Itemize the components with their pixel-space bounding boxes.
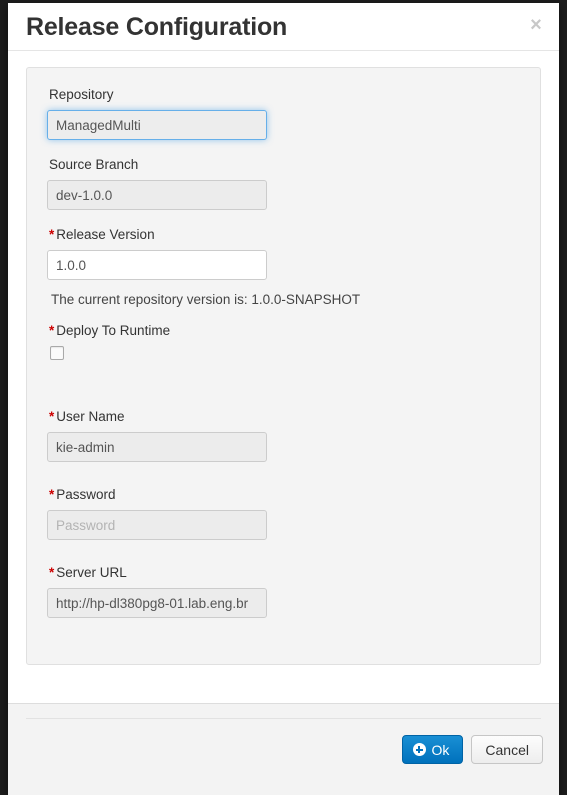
ok-button[interactable]: Ok xyxy=(401,735,464,764)
release-configuration-form: Repository Source Branch *Release Versio… xyxy=(26,67,541,665)
field-repository: Repository xyxy=(47,86,520,140)
field-deploy-to-runtime: * Deploy To Runtime xyxy=(47,322,520,360)
footer-button-group: Ok Cancel xyxy=(401,735,543,764)
user-name-label-text: User Name xyxy=(56,409,125,424)
field-password: * Password xyxy=(47,486,520,540)
repository-label: Repository xyxy=(49,87,114,102)
password-label-text: Password xyxy=(56,487,116,502)
deploy-to-runtime-checkbox[interactable] xyxy=(50,346,64,360)
release-version-label: * Release Version xyxy=(49,226,520,244)
source-branch-input xyxy=(47,180,267,210)
cancel-button[interactable]: Cancel xyxy=(471,735,543,764)
required-asterisk: * xyxy=(49,487,55,502)
circle-plus-icon xyxy=(412,743,426,756)
user-name-input xyxy=(47,432,267,462)
field-source-branch: Source Branch xyxy=(47,156,520,210)
password-label: * Password xyxy=(49,486,520,504)
repository-input[interactable] xyxy=(47,110,267,140)
required-asterisk: * xyxy=(49,227,55,242)
ok-button-label: Ok xyxy=(431,741,450,758)
field-release-version: * Release Version xyxy=(47,226,520,280)
required-asterisk: * xyxy=(49,323,55,338)
release-configuration-dialog: Release Configuration × Repository Sourc… xyxy=(8,3,559,795)
required-asterisk: * xyxy=(49,409,55,424)
dialog-title: Release Configuration xyxy=(26,13,288,41)
server-url-label: * Server URL xyxy=(49,564,520,582)
deploy-to-runtime-label-text: Deploy To Runtime xyxy=(56,323,171,338)
password-input xyxy=(47,510,267,540)
dialog-header: Release Configuration × xyxy=(8,3,559,51)
field-server-url: * Server URL xyxy=(47,564,520,618)
release-version-label-text: Release Version xyxy=(56,227,155,242)
footer-divider xyxy=(26,718,541,719)
server-url-input xyxy=(47,588,267,618)
required-asterisk: * xyxy=(49,565,55,580)
deploy-to-runtime-label: * Deploy To Runtime xyxy=(49,322,520,340)
source-branch-label: Source Branch xyxy=(49,157,139,172)
version-help-text: The current repository version is: 1.0.0… xyxy=(51,292,361,307)
field-user-name: * User Name xyxy=(47,408,520,462)
release-version-input[interactable] xyxy=(47,250,267,280)
user-name-label: * User Name xyxy=(49,408,520,426)
dialog-body: Repository Source Branch *Release Versio… xyxy=(8,51,559,703)
server-url-label-text: Server URL xyxy=(56,565,127,580)
close-icon[interactable]: × xyxy=(525,14,547,36)
dialog-footer: Ok Cancel xyxy=(8,703,559,795)
cancel-button-label: Cancel xyxy=(485,741,529,758)
